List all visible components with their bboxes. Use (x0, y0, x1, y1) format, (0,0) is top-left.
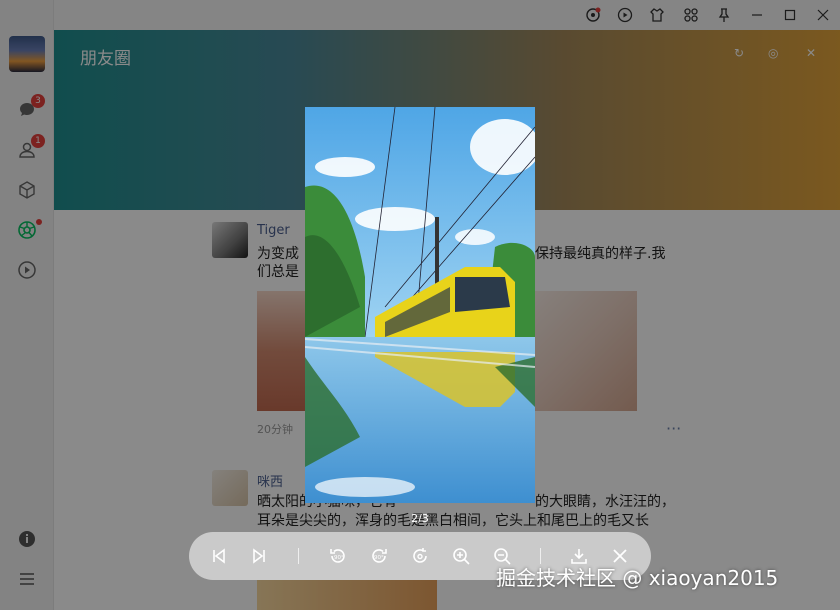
svg-text:90°: 90° (374, 555, 384, 561)
rotate-right-icon[interactable]: 90° (367, 544, 391, 568)
zoom-in-icon[interactable] (449, 544, 473, 568)
reset-icon[interactable] (408, 544, 432, 568)
rotate-left-icon[interactable]: 90° (326, 544, 350, 568)
viewer-image[interactable] (305, 107, 535, 503)
last-image-icon[interactable] (247, 544, 271, 568)
toolbar-divider (298, 548, 299, 564)
watermark: 掘金技术社区 @ xiaoyan2015 (496, 566, 779, 590)
first-image-icon[interactable] (207, 544, 231, 568)
svg-text:90°: 90° (334, 555, 344, 561)
image-counter: 2/3 (411, 512, 429, 525)
